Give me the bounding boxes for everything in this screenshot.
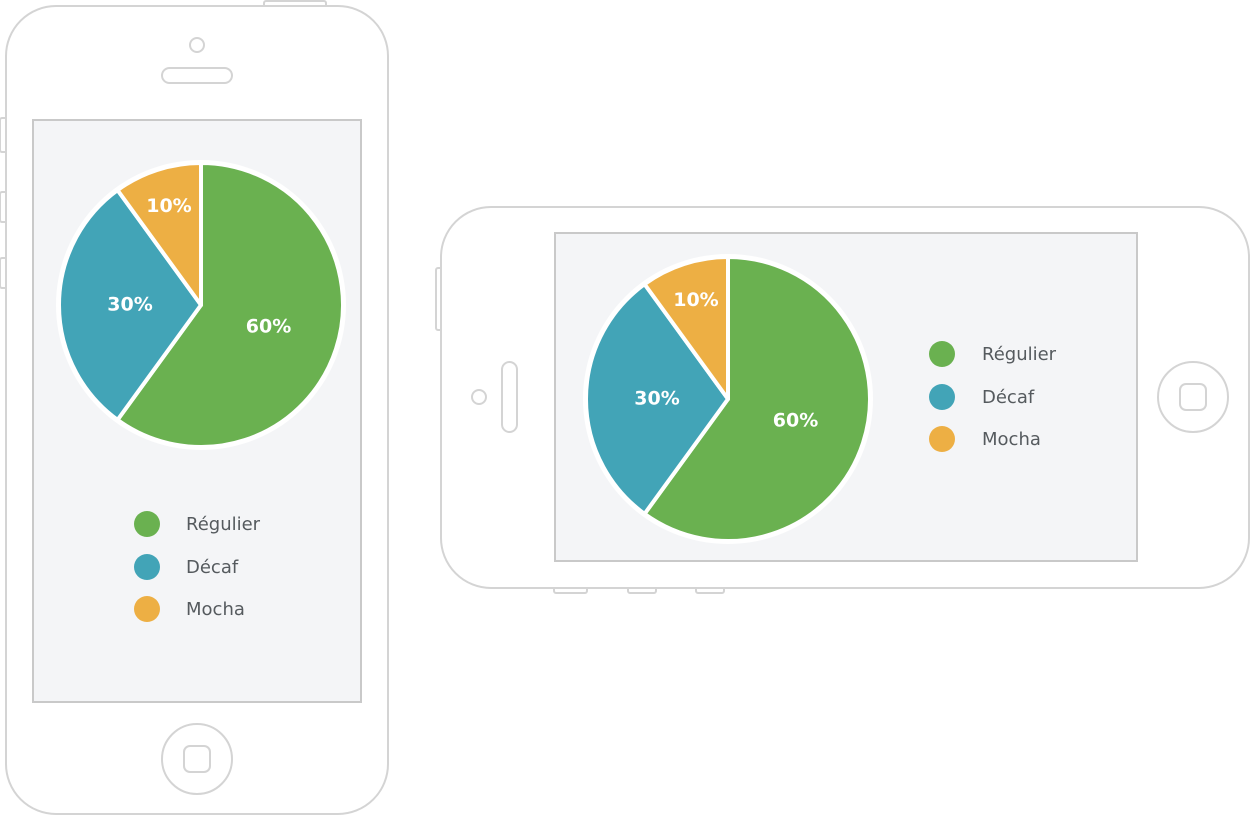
front-camera	[471, 389, 487, 405]
pie-slice-regulier	[642, 255, 872, 543]
legend-label-mocha: Mocha	[982, 429, 1041, 450]
volume-up-button	[627, 583, 657, 594]
legend-swatch-decaf	[134, 554, 160, 580]
mute-switch	[553, 583, 588, 594]
pie-data-label-decaf: 30%	[634, 388, 679, 410]
home-button[interactable]	[1157, 361, 1229, 433]
legend-swatch-mocha	[929, 426, 955, 452]
speaker-grill	[161, 67, 233, 84]
pie-slice-decaf	[584, 282, 730, 516]
pie-data-label-regulier: 60%	[773, 409, 818, 431]
pie-data-label-mocha: 10%	[146, 195, 191, 217]
portrait-phone-frame: 60% 30% 10% Régulier Décaf Mocha	[0, 0, 389, 815]
portrait-phone: 60% 30% 10% Régulier Décaf Mocha	[0, 0, 395, 818]
home-button-square-icon	[183, 745, 211, 773]
screen	[554, 232, 1138, 562]
legend-label-mocha: Mocha	[186, 599, 245, 620]
home-button-square-icon	[1179, 383, 1207, 411]
legend-swatch-regulier	[929, 341, 955, 367]
pie-data-label-mocha: 10%	[673, 289, 718, 311]
volume-down-button	[695, 583, 725, 594]
legend-swatch-decaf	[929, 384, 955, 410]
legend-swatch-regulier	[134, 511, 160, 537]
pie-data-label-regulier: 60%	[246, 315, 291, 337]
speaker-grill	[501, 361, 518, 433]
legend-label-decaf: Décaf	[982, 387, 1035, 408]
legend-label-decaf: Décaf	[186, 557, 239, 578]
legend-label-regulier: Régulier	[186, 514, 261, 535]
phone-body	[440, 206, 1250, 589]
top-button	[435, 267, 445, 331]
pie-chart: 60% 30% 10%	[56, 160, 346, 450]
chart-legend: Régulier Décaf Mocha	[929, 341, 1057, 452]
legend-swatch-mocha	[134, 596, 160, 622]
legend-label-regulier: Régulier	[982, 344, 1057, 365]
front-camera	[189, 37, 205, 53]
pie-slice-mocha	[642, 255, 730, 401]
pie-chart: 60% 30% 10%	[583, 254, 873, 544]
pie-outline	[583, 254, 873, 544]
pie-data-label-decaf: 30%	[107, 294, 152, 316]
